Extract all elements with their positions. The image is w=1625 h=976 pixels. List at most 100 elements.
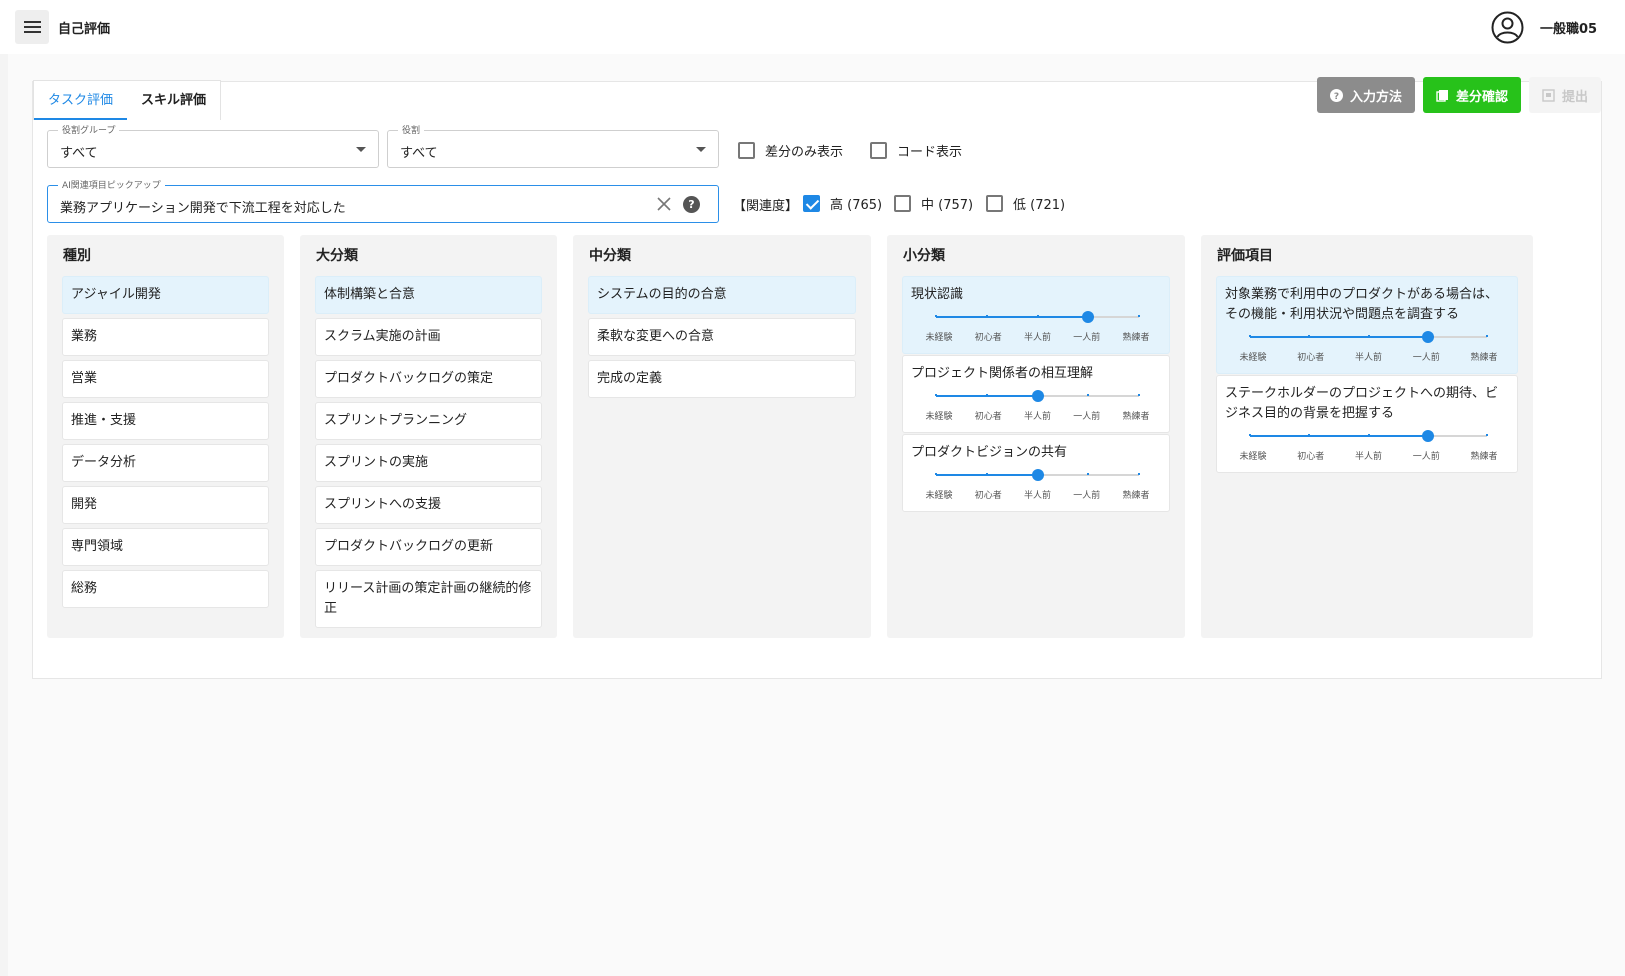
level-label: 初心者: [974, 491, 1002, 501]
how-to-label: 入力方法: [1349, 89, 1402, 105]
role-group-value: すべて: [60, 146, 98, 161]
slider-mark: [1138, 315, 1140, 317]
level-slider[interactable]: 未経験 初心者 半人前 一人前 熟練者: [911, 469, 1161, 503]
minor-item-label: 現状認識: [911, 287, 964, 302]
minor-item[interactable]: プロジェクト関係者の相互理解 未経験 初心者 半人前 一人前 熟練者: [902, 355, 1170, 433]
slider-mark: [985, 315, 988, 317]
level-slider[interactable]: 未経験 初心者 半人前 一人前 熟練者: [1225, 430, 1509, 464]
slider-rail[interactable]: [935, 390, 1140, 402]
level-label: 初心者: [1297, 452, 1325, 462]
slider-mark: [1087, 394, 1090, 396]
clear-icon[interactable]: [656, 196, 672, 212]
major-item[interactable]: リリース計画の策定計画の継続的修正: [315, 570, 542, 628]
minor-item[interactable]: 現状認識 未経験 初心者 半人前 一人前 熟練者: [902, 276, 1170, 354]
slider-thumb[interactable]: [1421, 430, 1434, 442]
level-label: 熟練者: [1470, 452, 1498, 462]
level-labels: 未経験 初心者 半人前 一人前 熟練者: [919, 328, 1156, 348]
checkbox-box[interactable]: [738, 142, 755, 159]
category-item[interactable]: 営業: [62, 360, 269, 398]
slider-thumb[interactable]: [1082, 311, 1095, 323]
ai-pickup-input[interactable]: AI関連項目ピックアップ 業務アプリケーション開発で下流工程を対応した ?: [47, 178, 719, 223]
level-label: 熟練者: [1122, 491, 1150, 501]
level-labels: 未経験 初心者 半人前 一人前 熟練者: [1233, 447, 1504, 467]
help-icon: ?: [1329, 88, 1343, 102]
evaluation-item-label: ステークホルダーのプロジェクトへの期待、ビジネス目的の背景を把握する: [1225, 386, 1499, 421]
minor-item[interactable]: プロダクトビジョンの共有 未経験 初心者 半人前 一人前 熟練者: [902, 434, 1170, 512]
checkbox-box[interactable]: [986, 195, 1003, 212]
slider-mark: [1036, 315, 1039, 317]
checkbox-box[interactable]: [894, 195, 911, 212]
level-label: 未経験: [1239, 452, 1267, 462]
relevance-high-checkbox[interactable]: 高 (765): [803, 194, 882, 213]
level-label: 半人前: [1023, 412, 1051, 422]
menu-icon[interactable]: [15, 10, 49, 44]
slider-mark: [935, 473, 937, 475]
slider-mark: [1138, 473, 1140, 475]
tab-skill-evaluation[interactable]: スキル評価: [127, 81, 220, 120]
account-icon[interactable]: [1491, 11, 1524, 44]
slider-thumb[interactable]: [1031, 390, 1044, 402]
role-group-select[interactable]: 役割グループ すべて: [47, 123, 379, 168]
diff-only-checkbox[interactable]: 差分のみ表示: [738, 141, 843, 160]
app-header: 自己評価 一般職05: [0, 0, 1625, 54]
level-slider[interactable]: 未経験 初心者 半人前 一人前 熟練者: [911, 390, 1161, 424]
slider-thumb[interactable]: [1031, 469, 1044, 481]
checkbox-box[interactable]: [870, 142, 887, 159]
relevance-mid-checkbox[interactable]: 中 (757): [894, 194, 973, 213]
slider-mark: [1486, 434, 1488, 436]
slider-thumb[interactable]: [1421, 331, 1434, 343]
show-code-checkbox[interactable]: コード表示: [870, 141, 962, 160]
major-item[interactable]: スプリントの実施: [315, 444, 542, 482]
ai-pickup-value[interactable]: 業務アプリケーション開発で下流工程を対応した: [60, 197, 346, 216]
evaluation-card: タスク評価 スキル評価 ? 入力方法 差分確認 提出 役割グループ すべて 役割: [32, 77, 1602, 679]
diff-check-button[interactable]: 差分確認: [1422, 77, 1521, 113]
category-item[interactable]: 業務: [62, 318, 269, 356]
category-item[interactable]: 専門領域: [62, 528, 269, 566]
evaluation-item[interactable]: ステークホルダーのプロジェクトへの期待、ビジネス目的の背景を把握する 未経験 初心…: [1216, 375, 1518, 473]
evaluation-item-label: 対象業務で利用中のプロダクトがある場合は、その機能・利用状況や問題点を調査する: [1225, 287, 1499, 322]
checkbox-box[interactable]: [803, 195, 820, 212]
major-item[interactable]: スクラム実施の計画: [315, 318, 542, 356]
evaluation-column: 評価項目 対象業務で利用中のプロダクトがある場合は、その機能・利用状況や問題点を…: [1201, 235, 1533, 638]
slider-fill: [936, 316, 1089, 318]
evaluation-item[interactable]: 対象業務で利用中のプロダクトがある場合は、その機能・利用状況や問題点を調査する …: [1216, 276, 1518, 374]
level-slider[interactable]: 未経験 初心者 半人前 一人前 熟練者: [911, 311, 1161, 345]
tab-task-evaluation[interactable]: タスク評価: [34, 81, 128, 120]
role-select[interactable]: 役割 すべて: [387, 123, 719, 168]
ai-pickup-label: AI関連項目ピックアップ: [58, 178, 165, 191]
slider-rail[interactable]: [935, 469, 1140, 481]
category-item[interactable]: データ分析: [62, 444, 269, 482]
slider-mark: [1367, 335, 1370, 337]
major-item[interactable]: スプリントプランニング: [315, 402, 542, 440]
copy-icon: [1436, 89, 1448, 102]
slider-rail[interactable]: [935, 311, 1140, 323]
major-item[interactable]: プロダクトバックログの更新: [315, 528, 542, 566]
major-item[interactable]: 体制構築と合意: [315, 276, 542, 314]
middle-item[interactable]: 柔軟な変更への合意: [588, 318, 856, 356]
help-icon[interactable]: ?: [683, 196, 700, 213]
major-title: 大分類: [316, 248, 358, 264]
category-item[interactable]: 推進・支援: [62, 402, 269, 440]
how-to-button[interactable]: ? 入力方法: [1316, 77, 1415, 113]
main-area: タスク評価 スキル評価 ? 入力方法 差分確認 提出 役割グループ すべて 役割: [8, 54, 1625, 976]
category-item[interactable]: 開発: [62, 486, 269, 524]
middle-title: 中分類: [589, 248, 631, 264]
category-item[interactable]: 総務: [62, 570, 269, 608]
level-slider[interactable]: 未経験 初心者 半人前 一人前 熟練者: [1225, 331, 1509, 365]
major-item[interactable]: スプリントへの支援: [315, 486, 542, 524]
slider-mark: [1486, 335, 1488, 337]
major-item[interactable]: プロダクトバックログの策定: [315, 360, 542, 398]
submit-label: 提出: [1561, 89, 1588, 105]
user-name[interactable]: 一般職05: [1540, 18, 1597, 37]
relevance-high-label: 高 (765): [830, 198, 883, 213]
major-column: 大分類 体制構築と合意 スクラム実施の計画 プロダクトバックログの策定 スプリン…: [300, 235, 557, 638]
slider-rail[interactable]: [1249, 430, 1488, 442]
slider-rail[interactable]: [1249, 331, 1488, 343]
minor-column: 小分類 現状認識 未経験 初心者 半人前 一人前 熟練者 プロジェクト関係者の相互理解 …: [887, 235, 1185, 638]
middle-item[interactable]: 完成の定義: [588, 360, 856, 398]
submit-button[interactable]: 提出: [1528, 77, 1601, 113]
page-title: 自己評価: [58, 22, 111, 37]
relevance-low-checkbox[interactable]: 低 (721): [986, 194, 1065, 213]
category-item[interactable]: アジャイル開発: [62, 276, 269, 314]
middle-item[interactable]: システムの目的の合意: [588, 276, 856, 314]
